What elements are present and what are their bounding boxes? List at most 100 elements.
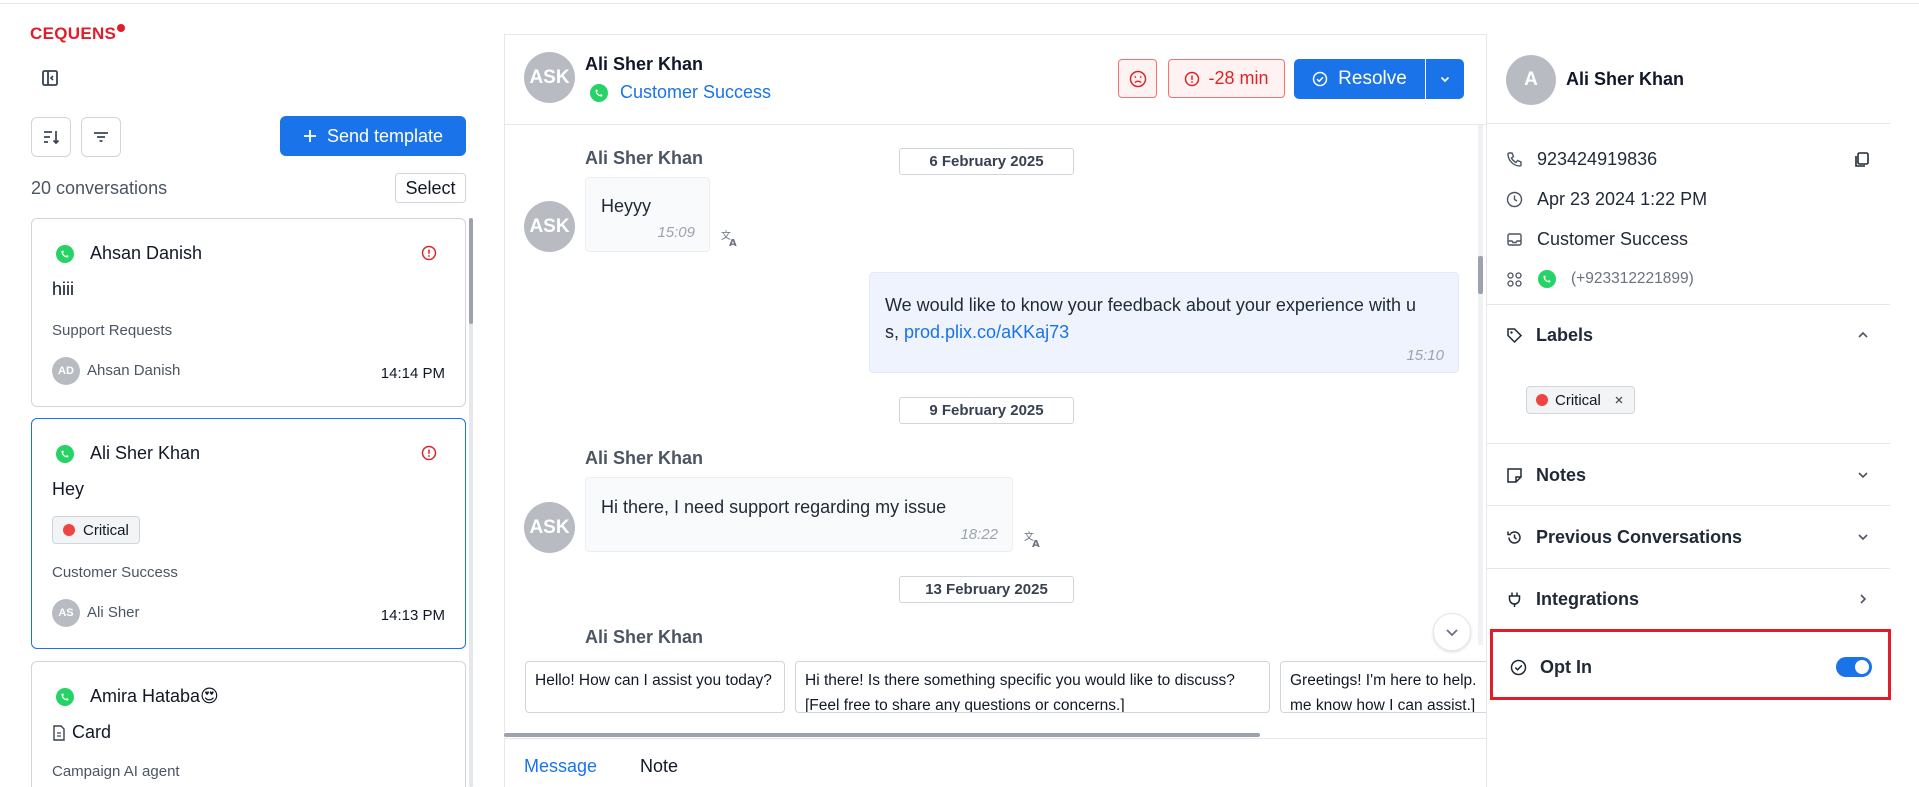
phone-row: 923424919836 [1506,147,1870,171]
whatsapp-icon [1538,270,1556,288]
note-icon [1507,467,1522,483]
resolve-button[interactable]: Resolve [1294,59,1425,99]
sla-badge[interactable]: -28 min [1168,59,1285,98]
select-button[interactable]: Select [395,173,466,203]
alert-icon [421,245,437,261]
message-time: 15:09 [657,224,695,241]
notes-section-header[interactable]: Notes [1506,460,1870,490]
previous-conversations-section-header[interactable]: Previous Conversations [1506,522,1870,552]
inbox-icon [1507,232,1522,246]
contact-name: Ali Sher Khan [90,443,201,463]
chevron-right-icon [1860,594,1867,604]
opt-in-row: Opt In [1510,652,1872,682]
apps-icon [1507,271,1522,287]
whatsapp-icon [590,84,608,102]
agent-name: Ali Sher [87,604,140,621]
conversation-list-scrollbar[interactable] [469,218,473,324]
sentiment-button[interactable] [1118,59,1157,98]
opt-in-title: Opt In [1540,656,1592,677]
inbox-row: Customer Success [1506,227,1688,251]
label-text: Critical [83,521,129,539]
label-chip: Critical [1526,386,1635,414]
conversation-time: 14:14 PM [380,365,445,382]
opt-in-toggle[interactable] [1836,657,1872,677]
last-message: hiii [52,279,75,299]
message-time: 18:22 [960,526,998,543]
sort-button[interactable] [31,117,71,157]
chat-contact-name: Ali Sher Khan [585,54,704,74]
chevron-down-icon [1858,534,1868,541]
reply-suggestion[interactable]: Hello! How can I assist you today? [525,661,785,713]
divider [1486,123,1890,124]
inbox-name: Campaign AI agent [52,763,180,780]
contact-avatar: ASK [524,52,575,103]
panel-toggle-icon[interactable] [40,68,62,90]
message-link[interactable]: prod.plix.co/aKKaj73 [904,322,1069,342]
resolve-label: Resolve [1338,68,1407,89]
last-message: Card [52,722,111,743]
message-text: Hi there, I need support regarding my is… [601,497,947,517]
close-icon[interactable] [1614,395,1624,405]
labels-title: Labels [1536,324,1594,345]
message-time: 15:10 [1406,347,1444,364]
chevron-down-icon [1858,472,1868,479]
resolve-dropdown-button[interactable] [1426,59,1464,99]
avatar: AS [52,599,80,627]
svg-text:A: A [729,238,737,248]
message-sender: Ali Sher Khan [585,148,704,168]
reply-suggestion[interactable]: Greetings! I'm here to help. me know how … [1280,661,1486,713]
divider [1486,505,1890,506]
contact-avatar: ASK [524,502,575,553]
conversation-card-active[interactable]: Ali Sher Khan Hey Critical Customer Succ… [31,418,466,649]
inbox-name: Customer Success [52,564,178,581]
divider [1486,443,1890,444]
filter-icon [94,132,108,142]
svg-text:A: A [1032,539,1040,549]
check-circle-icon [1312,71,1328,87]
label-chip: Critical [52,516,140,544]
history-icon [1507,530,1521,544]
scroll-to-bottom-button[interactable] [1433,613,1471,651]
notes-title: Notes [1536,464,1587,485]
date-separator: 13 February 2025 [899,576,1074,603]
sort-icon [44,131,60,145]
contact-name: Ahsan Danish [90,243,203,263]
clock-icon [1506,191,1523,207]
conversation-card[interactable]: Ahsan Danish hiii Support Requests AD Ah… [31,218,466,407]
chat-scrollbar[interactable] [1478,256,1483,294]
contact-name: Amira Hataba😍 [90,686,219,706]
date-separator: 6 February 2025 [899,148,1074,175]
chat-inbox-link[interactable]: Customer Success [620,82,771,103]
whatsapp-icon [56,445,74,463]
reply-suggestion[interactable]: Hi there! Is there something specific yo… [795,661,1270,713]
labels-section-header[interactable]: Labels [1506,320,1870,350]
plug-icon [1508,592,1521,607]
tab-message[interactable]: Message [524,756,597,777]
integrations-title: Integrations [1536,588,1640,609]
tab-note[interactable]: Note [640,756,678,777]
chevron-up-icon [1858,331,1868,338]
divider [1486,568,1890,569]
integrations-section-header[interactable]: Integrations [1506,584,1870,614]
contact-avatar: A [1506,55,1556,105]
alert-icon [1185,71,1200,86]
contact-avatar: ASK [524,201,575,252]
conversation-card[interactable]: Amira Hataba😍 Card Campaign AI agent [31,661,466,787]
created-date: Apr 23 2024 1:22 PM [1537,188,1708,209]
last-message: Hey [52,479,85,499]
tag-icon [1507,327,1523,343]
send-template-button[interactable]: Send template [280,116,466,156]
message-bubble-outgoing: We would like to know your feedback abou… [869,272,1459,373]
message-bubble-incoming: Heyyy 15:09 [585,177,710,252]
divider [1486,304,1890,305]
created-row: Apr 23 2024 1:22 PM [1506,187,1707,211]
sla-text: -28 min [1208,68,1269,88]
translate-icon[interactable]: 文A [1023,529,1043,549]
conversation-time: 14:13 PM [380,607,445,624]
message-text: Heyyy [601,196,652,216]
filter-button[interactable] [81,117,121,157]
suggestions-scrollbar[interactable] [504,733,1260,737]
translate-icon[interactable]: 文A [720,228,740,248]
message-bubble-incoming: Hi there, I need support regarding my is… [585,477,1013,552]
copy-icon[interactable] [1853,151,1870,168]
